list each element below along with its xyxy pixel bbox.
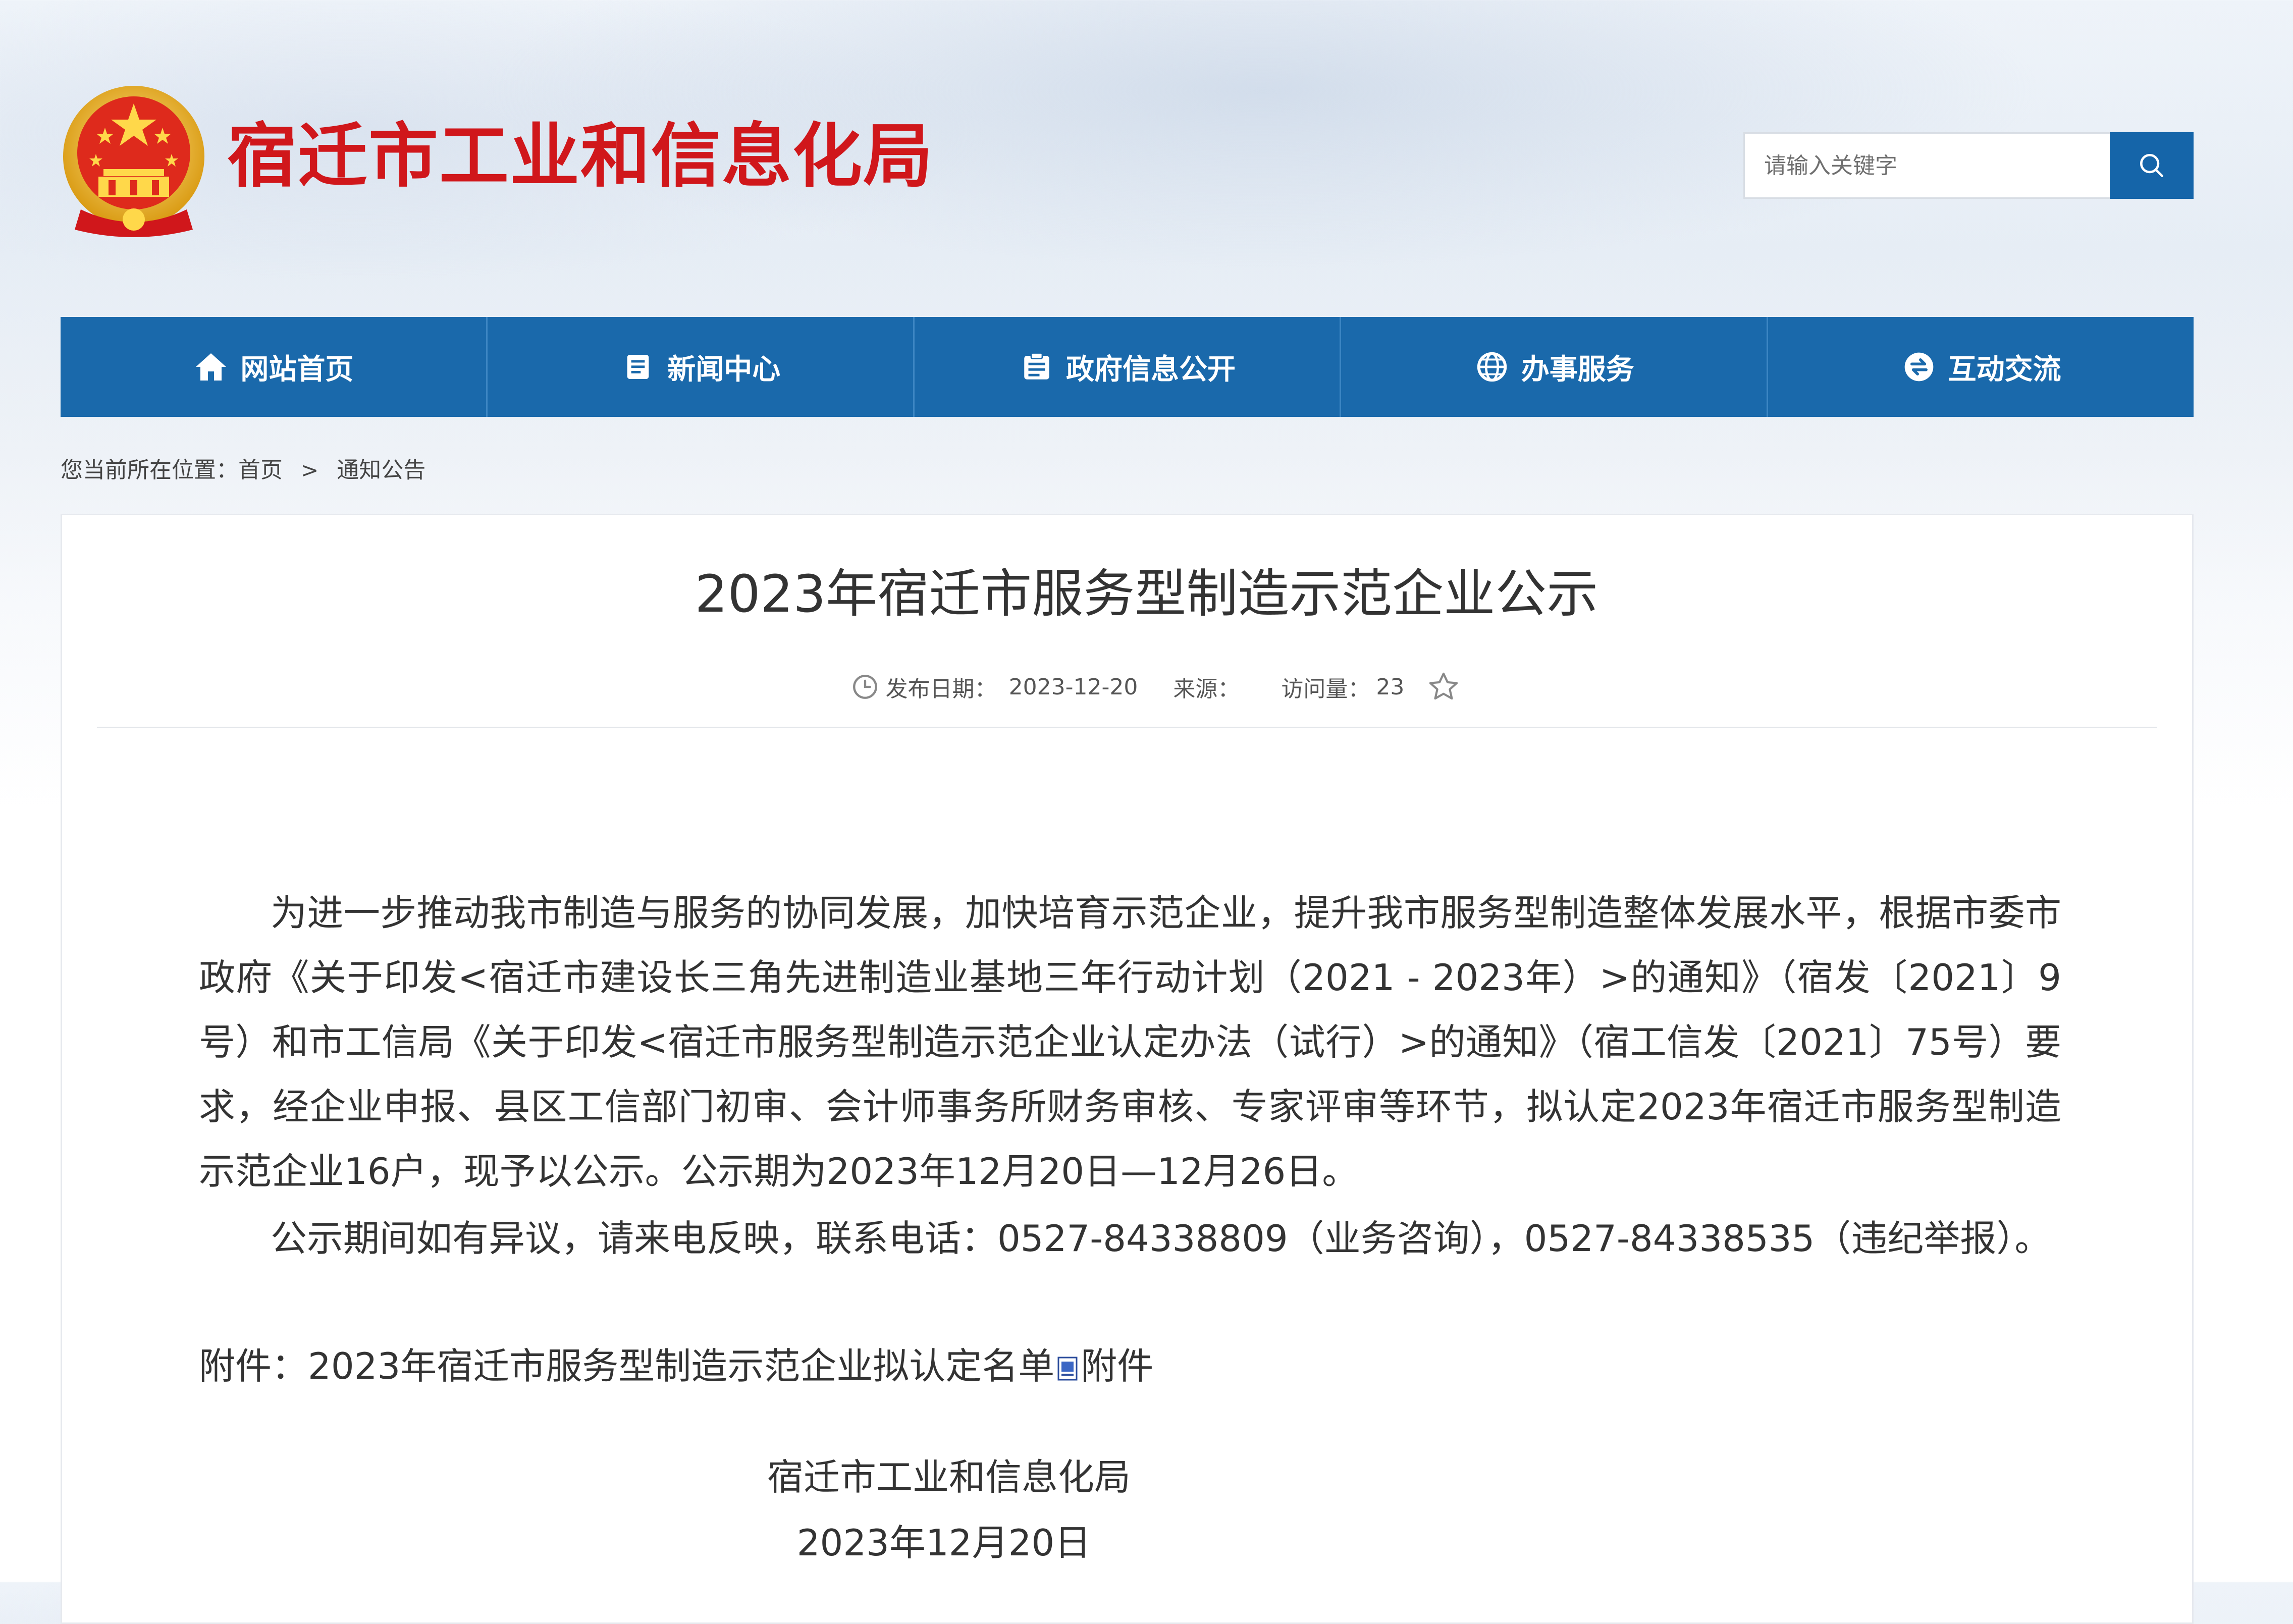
- search-box: [1743, 132, 2112, 199]
- nav-item-interaction[interactable]: 互动交流: [1767, 317, 2194, 417]
- publish-date-label: 发布日期：: [885, 676, 997, 702]
- attachment-link[interactable]: 2023年宿迁市服务型制造示范企业拟认定名单: [308, 1345, 1054, 1387]
- clock-icon: [852, 675, 877, 699]
- view-count-label: 访问量：: [1281, 676, 1370, 702]
- nav-item-services[interactable]: 办事服务: [1340, 317, 1767, 417]
- signature-date: 2023年12月20日: [796, 1522, 1091, 1564]
- nav-label: 办事服务: [1521, 353, 1634, 386]
- meta-divider: [97, 727, 2157, 728]
- view-count: 访问量： 23: [1281, 671, 1404, 703]
- nav-label: 新闻中心: [667, 353, 781, 386]
- view-count-value: 23: [1376, 674, 1405, 700]
- news-icon: [620, 349, 656, 385]
- nav-item-home[interactable]: 网站首页: [61, 317, 486, 417]
- nav-item-gov-info[interactable]: 政府信息公开: [913, 317, 1340, 417]
- attachment-line: 附件：2023年宿迁市服务型制造示范企业拟认定名单 附件: [199, 1334, 1153, 1398]
- search-input[interactable]: [1745, 134, 2110, 197]
- gov-info-icon: [1019, 349, 1055, 385]
- exchange-icon: [1901, 349, 1937, 385]
- breadcrumb-prefix: 您当前所在位置：: [61, 457, 238, 483]
- article-paragraph-2: 公示期间如有异议，请来电反映，联系电话：0527-84338809（业务咨询），…: [271, 1217, 2051, 1260]
- nav-label: 政府信息公开: [1065, 353, 1236, 386]
- publish-date: 发布日期： 2023-12-20: [850, 671, 1138, 703]
- nav-label: 互动交流: [1948, 353, 2061, 386]
- site-title: 宿迁市工业和信息化局: [227, 116, 934, 197]
- breadcrumb-current-link[interactable]: 通知公告: [337, 457, 425, 483]
- home-icon: [193, 349, 229, 385]
- search-icon: [2140, 154, 2163, 177]
- breadcrumb: 您当前所在位置：首页 > 通知公告: [61, 452, 425, 484]
- file-icon[interactable]: [1057, 1357, 1078, 1381]
- nav-item-news[interactable]: 新闻中心: [486, 317, 913, 417]
- breadcrumb-home-link[interactable]: 首页: [238, 457, 283, 483]
- source-label: 来源：: [1173, 676, 1240, 702]
- publish-date-value: 2023-12-20: [1008, 674, 1138, 700]
- attachment-prefix: 附件：: [199, 1345, 308, 1387]
- article-title: 2023年宿迁市服务型制造示范企业公示: [695, 564, 1598, 624]
- signature-org: 宿迁市工业和信息化局: [767, 1456, 1131, 1498]
- article-paragraph-1: 为进一步推动我市制造与服务的协同发展，加快培育示范企业，提升我市服务型制造整体发…: [199, 892, 2061, 1193]
- globe-icon: [1474, 349, 1510, 385]
- nav-label: 网站首页: [240, 353, 354, 386]
- national-emblem-logo: [63, 86, 204, 237]
- article-source: 来源：: [1173, 671, 1246, 703]
- attachment-suffix-link[interactable]: 附件: [1081, 1345, 1153, 1387]
- search-button[interactable]: [2110, 132, 2194, 199]
- main-nav: 网站首页 新闻中心 政府信息公开 办事服务 互动交流: [61, 317, 2194, 417]
- article-meta: 发布日期： 2023-12-20 来源： 访问量： 23: [0, 670, 2293, 703]
- favorite-star-icon[interactable]: [1427, 670, 1460, 703]
- breadcrumb-separator: >: [301, 458, 319, 482]
